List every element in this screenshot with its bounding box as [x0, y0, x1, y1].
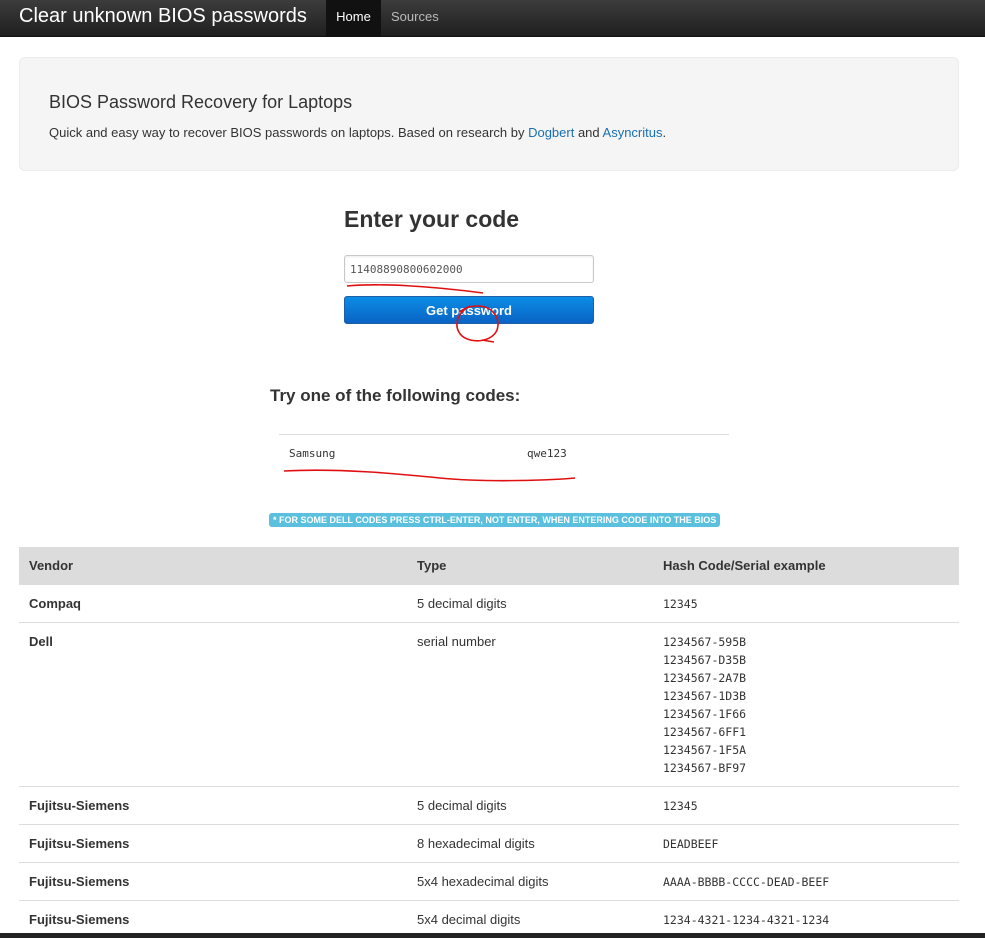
hero-text-middle: and [574, 125, 603, 140]
cell-vendor: Fujitsu-Siemens [19, 785, 407, 824]
hash-example: 1234567-595B [663, 634, 747, 649]
cell-hash: 1234567-595B 1234567-D35B 1234567-2A7B 1… [653, 621, 959, 786]
cell-type: 8 hexadecimal digits [407, 823, 653, 862]
dell-notice-badge: * FOR SOME DELL CODES PRESS CTRL-ENTER, … [269, 513, 721, 527]
hero-description: Quick and easy way to recover BIOS passw… [49, 124, 666, 142]
underline-result-mark [283, 469, 576, 482]
hash-example: 1234-4321-1234-4321-1234 [663, 912, 830, 927]
results-title: Try one of the following codes: [270, 386, 521, 405]
nav-tab-sources[interactable]: Sources [381, 0, 449, 37]
bottom-scroll-edge [0, 933, 985, 938]
enter-code-title: Enter your code [344, 206, 520, 232]
cell-hash: AAAA-BBBB-CCCC-DEAD-BEEF [653, 861, 959, 900]
cell-hash: 1234-4321-1234-4321-1234 [653, 899, 959, 938]
hash-example: 1234567-1D3B [663, 688, 747, 703]
header-type: Type [407, 547, 653, 584]
table-row: Fujitsu-Siemens 5 decimal digits 12345 [19, 785, 959, 824]
result-password: qwe123 [527, 447, 567, 460]
table-row: Dell serial number 1234567-595B 1234567-… [19, 621, 959, 786]
hash-example: AAAA-BBBB-CCCC-DEAD-BEEF [663, 874, 830, 889]
table-header-row: Vendor Type Hash Code/Serial example [19, 547, 959, 584]
get-password-button[interactable]: Get password [344, 296, 594, 324]
hash-example: 1234567-1F66 [663, 706, 747, 721]
hash-example: 1234567-6FF1 [663, 724, 747, 739]
header-vendor: Vendor [19, 547, 407, 584]
cell-type: 5x4 hexadecimal digits [407, 861, 653, 900]
cell-vendor: Compaq [19, 583, 407, 622]
cell-type: 5 decimal digits [407, 785, 653, 824]
hero-title: BIOS Password Recovery for Laptops [49, 92, 353, 112]
hero-text-before: Quick and easy way to recover BIOS passw… [49, 125, 529, 140]
hash-example: DEADBEEF [663, 836, 719, 851]
hash-example: 1234567-D35B [663, 652, 747, 667]
hash-example: 12345 [663, 798, 698, 813]
result-list: Samsung qwe123 [279, 434, 729, 460]
navbar: Clear unknown BIOS passwords Home Source… [0, 0, 985, 37]
circle-tail-mark [481, 339, 495, 343]
table-row: Fujitsu-Siemens 8 hexadecimal digits DEA… [19, 823, 959, 862]
cell-vendor: Dell [19, 621, 407, 786]
header-hash: Hash Code/Serial example [653, 547, 959, 584]
cell-type: 5x4 decimal digits [407, 899, 653, 938]
link-dogbert[interactable]: Dogbert [528, 125, 574, 140]
table-row: Fujitsu-Siemens 5x4 hexadecimal digits A… [19, 861, 959, 900]
link-asyncritus[interactable]: Asyncritus [603, 125, 663, 140]
hero-text-after: . [662, 125, 667, 140]
cell-vendor: Fujitsu-Siemens [19, 823, 407, 862]
cell-type: serial number [407, 621, 653, 786]
code-input[interactable] [344, 255, 594, 283]
cell-hash: DEADBEEF [653, 823, 959, 862]
hash-example: 1234567-1F5A [663, 742, 747, 757]
cell-hash: 12345 [653, 583, 959, 622]
vendors-table: Vendor Type Hash Code/Serial example Com… [19, 547, 959, 938]
brand-title[interactable]: Clear unknown BIOS passwords [19, 4, 307, 28]
hash-example: 1234567-2A7B [663, 670, 747, 685]
result-vendor: Samsung [289, 447, 336, 460]
cell-vendor: Fujitsu-Siemens [19, 861, 407, 900]
hero-panel: BIOS Password Recovery for Laptops Quick… [19, 57, 959, 171]
hash-example: 12345 [663, 596, 698, 611]
underline-input-mark [346, 284, 484, 294]
cell-type: 5 decimal digits [407, 583, 653, 622]
cell-hash: 12345 [653, 785, 959, 824]
nav-tab-home[interactable]: Home [326, 0, 381, 37]
table-row: Fujitsu-Siemens 5x4 decimal digits 1234-… [19, 899, 959, 938]
cell-vendor: Fujitsu-Siemens [19, 899, 407, 938]
table-row: Compaq 5 decimal digits 12345 [19, 583, 959, 622]
hash-example: 1234567-BF97 [663, 760, 747, 775]
